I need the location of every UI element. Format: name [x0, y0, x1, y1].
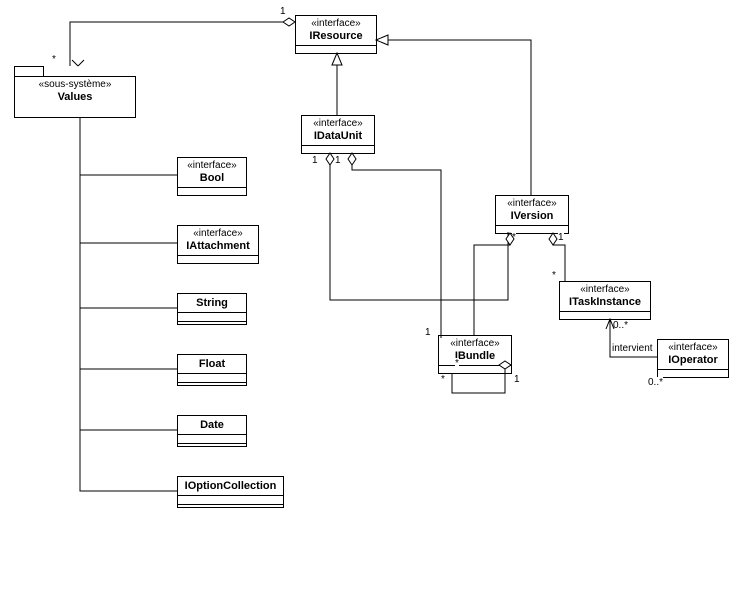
values-name: Values [15, 90, 135, 106]
iversion-name: IVersion [496, 209, 568, 225]
mult-ibundle-star-in: * [455, 358, 459, 369]
mult-iversion-1: 1 [558, 232, 564, 243]
mult-values-star: * [52, 54, 56, 65]
mult-itask-0star: 0..* [613, 320, 628, 331]
mult-idataunit-1b: 1 [335, 155, 341, 166]
date-box: Date [177, 415, 247, 447]
bool-name: Bool [178, 171, 246, 187]
mult-idataunit-1a: 1 [312, 155, 318, 166]
values-stereo: «sous-système» [15, 77, 135, 90]
float-name: Float [178, 355, 246, 373]
iattachment-stereo: «interface» [178, 226, 258, 239]
iattachment-name: IAttachment [178, 239, 258, 255]
itask-stereo: «interface» [560, 282, 650, 295]
mult-itask-star: * [552, 270, 556, 281]
ibundle-stereo: «interface» [439, 336, 511, 349]
iresource-box: «interface» IResource [295, 15, 377, 54]
idataunit-name: IDataUnit [302, 129, 374, 145]
idataunit-box: «interface» IDataUnit [301, 115, 375, 154]
mult-iversion-star: * [512, 232, 516, 243]
iresource-stereo: «interface» [296, 16, 376, 29]
itask-name: ITaskInstance [560, 295, 650, 311]
mult-ibundle-1R: 1 [514, 374, 520, 385]
float-box: Float [177, 354, 247, 386]
iopt-box: IOptionCollection [177, 476, 284, 508]
ibundle-name: IBundle [439, 349, 511, 365]
string-name: String [178, 294, 246, 312]
iattachment-box: «interface» IAttachment [177, 225, 259, 264]
bool-stereo: «interface» [178, 158, 246, 171]
iversion-stereo: «interface» [496, 196, 568, 209]
mult-iresource-1: 1 [280, 6, 286, 17]
iversion-box: «interface» IVersion [495, 195, 569, 234]
string-box: String [177, 293, 247, 325]
ibundle-box: «interface» IBundle [438, 335, 512, 374]
mult-ibundle-1top: 1 [425, 327, 431, 338]
date-name: Date [178, 416, 246, 434]
ioperator-name: IOperator [658, 353, 728, 369]
ioperator-stereo: «interface» [658, 340, 728, 353]
rel-intervient: intervient [612, 343, 653, 354]
bool-box: «interface» Bool [177, 157, 247, 196]
iopt-name: IOptionCollection [178, 477, 283, 495]
ioperator-box: «interface» IOperator [657, 339, 729, 378]
mult-ioperator-0star: 0..* [648, 377, 663, 388]
values-package: «sous-système» Values [14, 76, 136, 118]
iresource-name: IResource [296, 29, 376, 45]
itask-box: «interface» ITaskInstance [559, 281, 651, 320]
idataunit-stereo: «interface» [302, 116, 374, 129]
mult-ibundle-starL: * [441, 374, 445, 385]
